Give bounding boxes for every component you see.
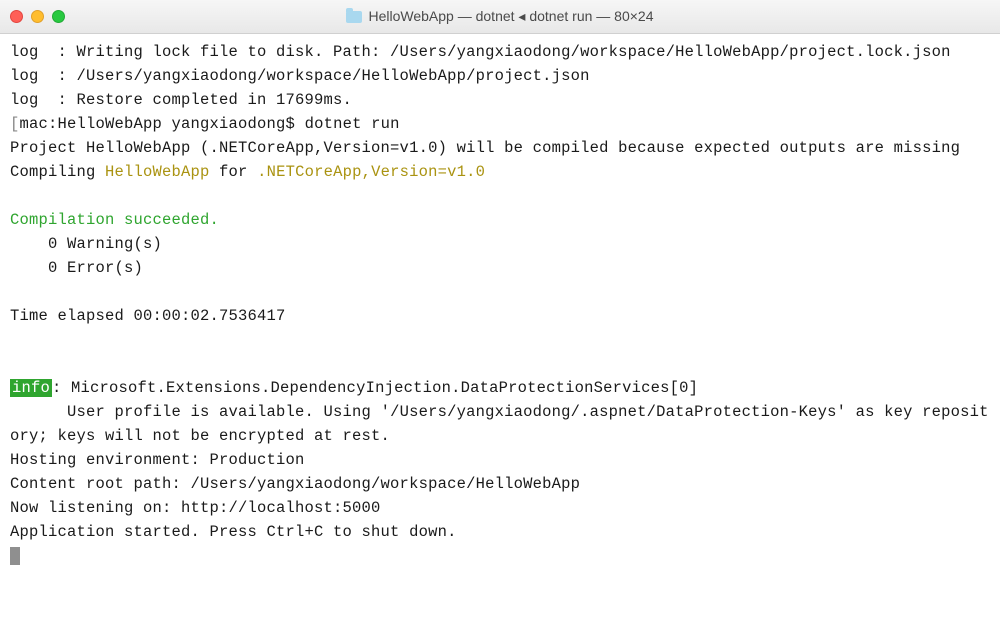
minimize-icon[interactable] [31, 10, 44, 23]
log-line: log : Restore completed in 17699ms. [10, 91, 352, 109]
compile-line: for [210, 163, 258, 181]
info-message: User profile is available. Using '/Users… [10, 403, 989, 445]
app-started: Application started. Press Ctrl+C to shu… [10, 523, 457, 541]
error-count: 0 Error(s) [10, 259, 143, 277]
zoom-icon[interactable] [52, 10, 65, 23]
info-source: : Microsoft.Extensions.DependencyInjecti… [52, 379, 698, 397]
window-title-text: HelloWebApp — dotnet ◂ dotnet run — 80×2… [368, 8, 653, 25]
window-titlebar: HelloWebApp — dotnet ◂ dotnet run — 80×2… [0, 0, 1000, 34]
info-badge: info [10, 379, 52, 397]
cursor-icon [10, 547, 20, 565]
host-env: Hosting environment: Production [10, 451, 305, 469]
listening-url: Now listening on: http://localhost:5000 [10, 499, 381, 517]
log-line: log : /Users/yangxiaodong/workspace/Hell… [10, 67, 590, 85]
log-line: log : Writing lock file to disk. Path: /… [10, 43, 951, 61]
traffic-lights [10, 10, 65, 23]
project-name: HelloWebApp [105, 163, 210, 181]
prompt-bracket-open: [ [10, 115, 20, 133]
terminal-output[interactable]: log : Writing lock file to disk. Path: /… [0, 34, 1000, 568]
close-icon[interactable] [10, 10, 23, 23]
framework-name: .NETCoreApp,Version=v1.0 [257, 163, 485, 181]
warning-count: 0 Warning(s) [10, 235, 162, 253]
compile-line: Compiling [10, 163, 105, 181]
compile-line: Project HelloWebApp (.NETCoreApp,Version… [10, 139, 960, 157]
time-elapsed: Time elapsed 00:00:02.7536417 [10, 307, 286, 325]
window-title: HelloWebApp — dotnet ◂ dotnet run — 80×2… [0, 8, 1000, 25]
content-root: Content root path: /Users/yangxiaodong/w… [10, 475, 580, 493]
compile-success: Compilation succeeded. [10, 211, 219, 229]
shell-prompt: mac:HelloWebApp yangxiaodong$ [20, 115, 305, 133]
folder-icon [346, 11, 362, 23]
shell-command: dotnet run [305, 115, 400, 133]
